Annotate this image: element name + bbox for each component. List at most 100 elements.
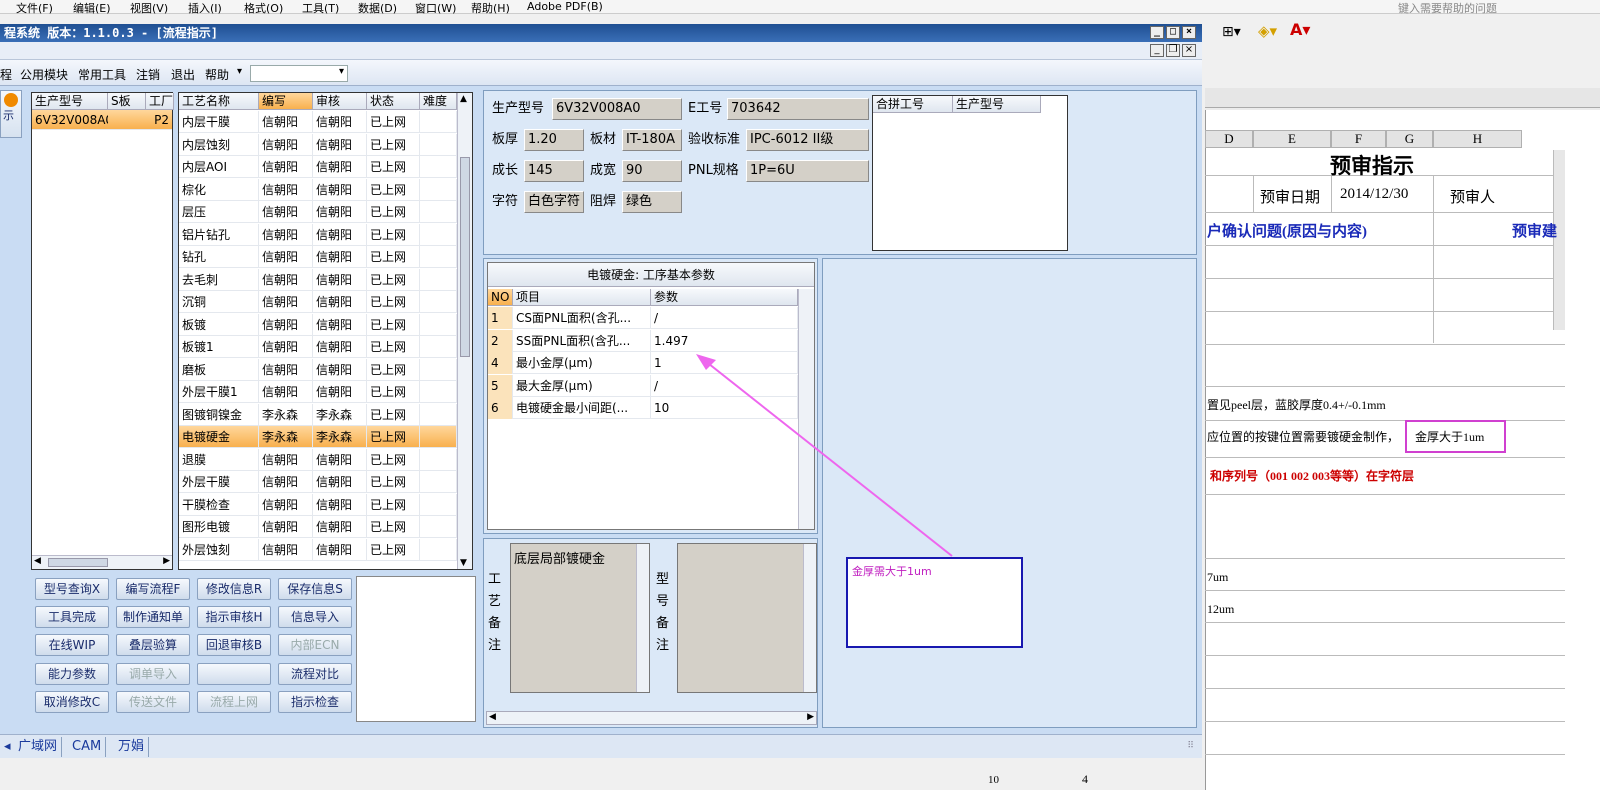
button-1-2[interactable]: 指示审核H (197, 606, 271, 628)
side-button[interactable]: 示 (0, 90, 22, 138)
excel-col-header[interactable]: D (1205, 130, 1253, 148)
model-header-2[interactable]: 工厂 (146, 93, 174, 110)
process-row[interactable]: 层压 信朝阳 信朝阳 已上网 (179, 201, 457, 223)
excel-menu-item[interactable]: 编辑(E) (73, 0, 111, 16)
e-field[interactable]: 703642 (727, 98, 869, 120)
process-row[interactable]: 板镀 信朝阳 信朝阳 已上网 (179, 313, 457, 336)
std-field[interactable]: IPC-6012 II级 (746, 129, 869, 151)
chevron-down-icon[interactable]: ▾ (237, 66, 242, 77)
merge-header-job[interactable]: 合拼工号 (873, 96, 953, 113)
model-header-0[interactable]: 生产型号 (32, 93, 108, 110)
scroll-up-icon[interactable]: ▲ (460, 94, 467, 104)
status-tab-0[interactable]: 广域网 (14, 737, 63, 757)
process-row[interactable]: 外层干膜1 信朝阳 信朝阳 已上网 (179, 381, 457, 403)
help-search-input[interactable]: 键入需要帮助的问题 (1398, 0, 1497, 16)
horizontal-scrollbar[interactable]: ◀ ▶ (486, 711, 817, 725)
process-header-0[interactable]: 工艺名称 (179, 93, 259, 110)
button-3-3[interactable]: 流程对比 (278, 663, 352, 685)
status-tab-2[interactable]: 万娟 (114, 737, 150, 757)
model-note-field[interactable] (677, 543, 817, 693)
button-0-0[interactable]: 型号查询X (35, 578, 109, 600)
font-color-icon[interactable]: A▾ (1290, 20, 1310, 39)
process-row[interactable]: 沉铜 信朝阳 信朝阳 已上网 (179, 291, 457, 313)
button-3-2[interactable] (197, 663, 271, 685)
excel-menu-item[interactable]: Adobe PDF(B) (527, 0, 603, 13)
vertical-scrollbar[interactable]: ▲ ▼ (457, 93, 472, 569)
button-0-1[interactable]: 编写流程F (116, 578, 190, 600)
excel-menu-item[interactable]: 视图(V) (130, 0, 168, 16)
process-row[interactable]: 棕化 信朝阳 信朝阳 已上网 (179, 178, 457, 201)
menu-3[interactable]: 注销 (136, 66, 160, 83)
button-0-3[interactable]: 保存信息S (278, 578, 352, 600)
button-0-2[interactable]: 修改信息R (197, 578, 271, 600)
process-row[interactable]: 去毛刺 信朝阳 信朝阳 已上网 (179, 268, 457, 291)
process-row[interactable]: 钻孔 信朝阳 信朝阳 已上网 (179, 246, 457, 268)
menu-1[interactable]: 公用模块 (20, 66, 68, 83)
button-4-2[interactable]: 流程上网 (197, 691, 271, 713)
params-header-2[interactable]: 参数 (651, 289, 798, 306)
menu-0[interactable]: 程 (0, 66, 12, 83)
model-header-1[interactable]: S板 (108, 93, 146, 110)
excel-menu-item[interactable]: 帮助(H) (471, 0, 510, 16)
fill-color-icon[interactable]: ◈▾ (1258, 22, 1277, 40)
excel-col-header[interactable]: F (1331, 130, 1386, 148)
scroll-right-icon[interactable]: ▶ (163, 556, 170, 566)
process-row[interactable]: 内层干膜 信朝阳 信朝阳 已上网 (179, 111, 457, 133)
button-2-0[interactable]: 在线WIP (35, 634, 109, 656)
tab-left-icon[interactable]: ◂ (0, 737, 12, 757)
excel-menu-item[interactable]: 数据(D) (358, 0, 397, 16)
excel-col-header[interactable]: E (1253, 130, 1331, 148)
model-row[interactable]: 6V32V008A0 P2 (32, 110, 172, 130)
process-row[interactable]: 图镀铜镍金 李永森 李永森 已上网 (179, 403, 457, 426)
menu-5[interactable]: 帮助 (205, 66, 229, 83)
process-row[interactable]: 退膜 信朝阳 信朝阳 已上网 (179, 448, 457, 471)
process-row[interactable]: 外层蚀刻 信朝阳 信朝阳 已上网 (179, 538, 457, 561)
maximize-icon[interactable]: □ (1166, 26, 1180, 39)
process-row[interactable]: 铝片钻孔 信朝阳 信朝阳 已上网 (179, 223, 457, 246)
border-icon[interactable]: ⊞▾ (1222, 24, 1241, 40)
params-header-1[interactable]: 项目 (513, 289, 651, 306)
excel-col-header[interactable]: H (1433, 130, 1522, 148)
button-2-1[interactable]: 叠层验算 (116, 634, 190, 656)
excel-col-header[interactable]: G (1386, 130, 1433, 148)
process-row[interactable]: 外层干膜 信朝阳 信朝阳 已上网 (179, 471, 457, 493)
process-row[interactable]: 板镀1 信朝阳 信朝阳 已上网 (179, 336, 457, 358)
horizontal-scrollbar[interactable]: ◀ ▶ (32, 555, 172, 569)
button-4-3[interactable]: 指示检查 (278, 691, 352, 713)
status-tab-1[interactable]: CAM (68, 737, 107, 757)
excel-menu-item[interactable]: 插入(I) (188, 0, 222, 16)
scroll-thumb[interactable] (48, 558, 108, 567)
process-note-field[interactable]: 底层局部镀硬金 (510, 543, 650, 693)
params-row[interactable]: 1 CS面PNL面积(含孔... / (488, 307, 798, 329)
process-row[interactable]: 图形电镀 信朝阳 信朝阳 已上网 (179, 516, 457, 538)
scroll-left-icon[interactable]: ◀ (34, 556, 41, 566)
wid-field[interactable]: 90 (622, 160, 682, 182)
minimize-icon[interactable]: _ (1150, 26, 1164, 39)
scroll-down-icon[interactable]: ▼ (460, 558, 467, 568)
menu-2[interactable]: 常用工具 (78, 66, 126, 83)
process-row[interactable]: 磨板 信朝阳 信朝阳 已上网 (179, 358, 457, 381)
menu-combo[interactable]: ▾ (250, 65, 348, 82)
excel-menu-item[interactable]: 窗口(W) (415, 0, 456, 16)
button-4-1[interactable]: 传送文件 (116, 691, 190, 713)
params-row[interactable]: 2 SS面PNL面积(含孔... 1.497 (488, 329, 798, 352)
child-close-icon[interactable]: × (1182, 44, 1196, 57)
button-1-0[interactable]: 工具完成 (35, 606, 109, 628)
process-row[interactable]: 内层蚀刻 信朝阳 信朝阳 已上网 (179, 133, 457, 156)
process-row[interactable]: 电镀硬金 李永森 李永森 已上网 (179, 426, 457, 448)
thick-field[interactable]: 1.20 (524, 129, 584, 151)
excel-menu-item[interactable]: 格式(O) (244, 0, 283, 16)
process-header-1[interactable]: 编写 (259, 93, 313, 110)
excel-menu-item[interactable]: 文件(F) (16, 0, 53, 16)
process-row[interactable]: 内层AOI 信朝阳 信朝阳 已上网 (179, 156, 457, 178)
process-header-3[interactable]: 状态 (367, 93, 420, 110)
excel-menu-item[interactable]: 工具(T) (302, 0, 339, 16)
process-header-4[interactable]: 难度 (420, 93, 457, 110)
button-4-0[interactable]: 取消修改C (35, 691, 109, 713)
process-row[interactable]: 干膜检查 信朝阳 信朝阳 已上网 (179, 493, 457, 516)
button-3-1[interactable]: 调单导入 (116, 663, 190, 685)
child-restore-icon[interactable]: ❐ (1166, 44, 1180, 57)
mat-field[interactable]: IT-180A (622, 129, 682, 151)
scroll-left-icon[interactable]: ◀ (489, 712, 496, 722)
button-2-3[interactable]: 内部ECN (278, 634, 352, 656)
